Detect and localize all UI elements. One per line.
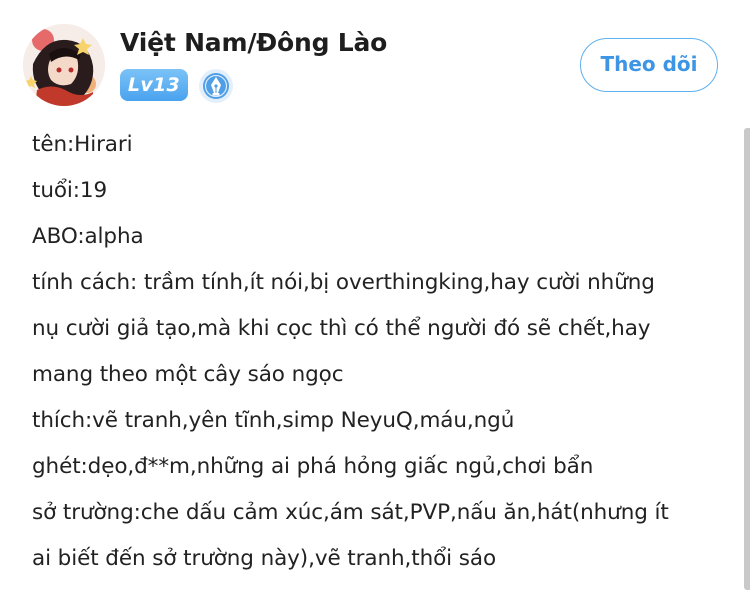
post-line-personality-cont: mang theo một cây sáo ngọc [32,362,344,387]
avatar-image [23,24,105,106]
post-line-dislikes: ghét:dẹo,đ**m,những ai phá hỏng giấc ngủ… [32,454,594,479]
post-body: tên:Hirari tuổi:19 ABO:alpha tính cách: … [32,122,732,582]
post-header: Việt Nam/Đông Lào Lv13 Theo dõi [0,0,750,115]
post-line-name: tên:Hirari [32,132,133,157]
post-line-abo: ABO:alpha [32,224,144,249]
level-badge: Lv13 [120,69,188,101]
post-line-age: tuổi:19 [32,178,108,203]
pen-nib-badge-icon [198,68,234,104]
post-line-strengths: sở trường:che dấu cảm xúc,ám sát,PVP,nấu… [32,500,669,525]
post-line-likes: thích:vẽ tranh,yên tĩnh,simp NeyuQ,máu,n… [32,408,515,433]
post-line-personality-cont: nụ cười giả tạo,mà khi cọc thì có thể ng… [32,316,651,341]
username[interactable]: Việt Nam/Đông Lào [120,28,387,57]
post-line-strengths-cont: ai biết đến sở trường này),vẽ tranh,thổi… [32,546,496,571]
post-line-personality: tính cách: trầm tính,ít nói,bị overthing… [32,270,655,295]
avatar[interactable] [23,24,105,106]
scrollbar[interactable] [744,128,750,590]
follow-button[interactable]: Theo dõi [580,38,718,92]
